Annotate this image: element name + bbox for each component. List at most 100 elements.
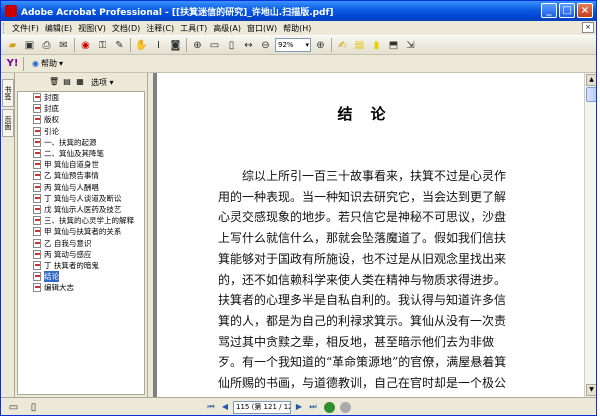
tab-bookmarks[interactable]: 书签 (2, 79, 14, 107)
chevron-down-icon: ▾ (58, 59, 63, 68)
yahoo-icon[interactable]: Y! (5, 56, 20, 71)
bookmark-item[interactable]: 一、扶箕的起源 (18, 137, 144, 148)
select-text-icon[interactable]: I (151, 38, 166, 53)
doc-close-icon[interactable]: × (582, 22, 594, 33)
maximize-button[interactable]: □ (559, 3, 575, 18)
menu-file[interactable]: 文件(F) (9, 23, 42, 34)
bookmark-item[interactable]: 丁 扶箕者的暗鬼 (18, 260, 144, 271)
bookmark-item[interactable]: 乙 自我与意识 (18, 237, 144, 248)
bookmark-item[interactable]: 引论 (18, 126, 144, 137)
scroll-down-icon[interactable]: ▼ (586, 384, 596, 396)
expand-bookmark-icon[interactable]: ▦ (75, 77, 85, 87)
delete-bookmark-icon[interactable]: 🗑 (49, 77, 59, 87)
zoom-in-icon[interactable]: ⊕ (190, 38, 205, 53)
hand-tool-icon[interactable]: ✋ (134, 38, 149, 53)
comment-icon[interactable]: ✍ (335, 38, 350, 53)
bookmark-item[interactable]: 封面 (18, 92, 144, 103)
status-bar: ▭ ▯ ⏮ ◀ 115 (第 121 / 126 页) ▶ ⏭ (1, 397, 596, 415)
bookmark-label: 引论 (44, 126, 59, 136)
text-line: 仙所赐的书画，与道德教训，自己在官时却是一个极公 (218, 376, 507, 391)
menu-document[interactable]: 文档(D) (109, 23, 143, 34)
create-pdf-icon[interactable]: ◉ (78, 38, 93, 53)
text-line: 歹。有一个我知道的“革命策源地”的官僚，满屋悬着箕 (218, 355, 507, 370)
bookmark-item[interactable]: 戊 箕仙示人医药及技艺 (18, 204, 144, 215)
highlight-icon[interactable]: ▮ (369, 38, 384, 53)
bookmark-label: 一、扶箕的起源 (44, 137, 97, 147)
bookmark-label: 封面 (44, 93, 59, 103)
open-folder-icon[interactable]: ▰ (5, 38, 20, 53)
menu-tools[interactable]: 工具(T) (177, 23, 210, 34)
toolbar-separator (331, 38, 332, 52)
options-label: 选项 (91, 77, 107, 87)
stamp-icon[interactable]: ⬒ (386, 38, 401, 53)
secondary-toolbar: Y! ◉ 帮助 ▾ (1, 55, 596, 73)
page-number-field[interactable]: 115 (第 121 / 126 页) (233, 400, 291, 414)
bookmark-icon (33, 238, 41, 248)
bookmarks-toolbar: 🗑 ▤ ▦ 选项 ▾ (15, 75, 147, 89)
title-bar[interactable]: Adobe Acrobat Professional - [[扶箕迷信的研究]_… (1, 1, 596, 21)
app-window: Adobe Acrobat Professional - [[扶箕迷信的研究]_… (0, 0, 597, 416)
bookmark-label: 版权 (44, 115, 59, 125)
text-line: 骂过其中贪黩之辈，相反地，甚至暗示他们去为非做 (218, 334, 495, 349)
text-line: 箕能够对于国政有所施设，也不过是从旧观念里找出来 (218, 251, 507, 266)
page-layout-icon[interactable]: ▭ (6, 400, 21, 415)
help-button[interactable]: ◉ 帮助 ▾ (32, 58, 63, 69)
go-back-icon[interactable] (324, 401, 335, 413)
secure-icon[interactable]: ⚿ (95, 38, 110, 53)
fit-width-icon[interactable]: ↔ (241, 38, 256, 53)
bookmark-item[interactable]: 甲 箕仙自道身世 (18, 159, 144, 170)
menu-edit[interactable]: 编辑(E) (42, 23, 75, 34)
menu-help[interactable]: 帮助(H) (280, 23, 314, 34)
last-page-icon[interactable]: ⏭ (307, 401, 319, 413)
bookmark-item[interactable]: 版权 (18, 114, 144, 125)
zoom-select[interactable]: 92% (275, 38, 311, 52)
bookmark-icon (33, 149, 41, 159)
fit-page-icon[interactable]: ▯ (224, 38, 239, 53)
bookmark-item[interactable]: 丙 箕动与感应 (18, 249, 144, 260)
help-icon: ◉ (32, 59, 39, 68)
bookmark-icon (33, 182, 41, 192)
close-button[interactable]: × (577, 3, 593, 18)
menu-advanced[interactable]: 高级(A) (210, 23, 244, 34)
vertical-scrollbar[interactable]: ▲ ▼ (584, 73, 596, 397)
bookmark-item[interactable]: 封底 (18, 103, 144, 114)
menu-comments[interactable]: 注释(C) (143, 23, 177, 34)
note-icon[interactable]: ▤ (352, 38, 367, 53)
previous-page-icon[interactable]: ◀ (219, 401, 231, 413)
bookmark-item[interactable]: 结论 (18, 271, 144, 283)
actual-size-icon[interactable]: ▭ (207, 38, 222, 53)
zoom-plus-icon[interactable]: ⊕ (313, 38, 328, 53)
bookmark-label: 丁 箕仙与人谈道及断讼 (44, 193, 122, 203)
menu-view[interactable]: 视图(V) (75, 23, 109, 34)
snapshot-icon[interactable]: ◙ (168, 38, 183, 53)
first-page-icon[interactable]: ⏮ (205, 401, 217, 413)
bookmark-item[interactable]: 编辑大志 (18, 282, 144, 293)
bookmark-item[interactable]: 乙 箕仙预告事情 (18, 170, 144, 181)
bookmark-icon (33, 171, 41, 181)
new-bookmark-icon[interactable]: ▤ (62, 77, 72, 87)
scroll-up-icon[interactable]: ▲ (586, 74, 596, 86)
next-page-icon[interactable]: ▶ (293, 401, 305, 413)
bookmark-item[interactable]: 二、箕仙及其降笔 (18, 148, 144, 159)
bookmark-item[interactable]: 丁 箕仙与人谈道及断讼 (18, 193, 144, 204)
menu-window[interactable]: 窗口(W) (244, 23, 280, 34)
bookmark-icon (33, 93, 41, 103)
print-icon[interactable]: ⎙ (39, 38, 54, 53)
email-icon[interactable]: ✉ (56, 38, 71, 53)
sign-icon[interactable]: ✎ (112, 38, 127, 53)
go-forward-icon[interactable] (340, 401, 351, 413)
attach-icon[interactable]: ⇲ (403, 38, 418, 53)
bookmark-item[interactable]: 甲 箕仙与扶箕者的关系 (18, 226, 144, 237)
zoom-out-icon[interactable]: ⊖ (258, 38, 273, 53)
options-button[interactable]: 选项 ▾ (91, 77, 114, 88)
tab-pages[interactable]: 页面 (2, 109, 14, 137)
minimize-button[interactable]: _ (541, 3, 557, 18)
bookmark-icon (33, 272, 41, 282)
bookmark-item[interactable]: 丙 箕仙与人酬唱 (18, 182, 144, 193)
save-icon[interactable]: ▣ (22, 38, 37, 53)
scroll-thumb[interactable] (586, 87, 596, 102)
toolbar-grip[interactable] (3, 23, 6, 33)
page-size-icon[interactable]: ▯ (26, 400, 41, 415)
bookmark-item[interactable]: 三、扶箕的心灵学上的解释 (18, 215, 144, 226)
body-text: 综以上所引一百三十故事看来，扶箕不过是心灵作 用的一种表现。当一种知识去研究它，当… (218, 166, 518, 394)
